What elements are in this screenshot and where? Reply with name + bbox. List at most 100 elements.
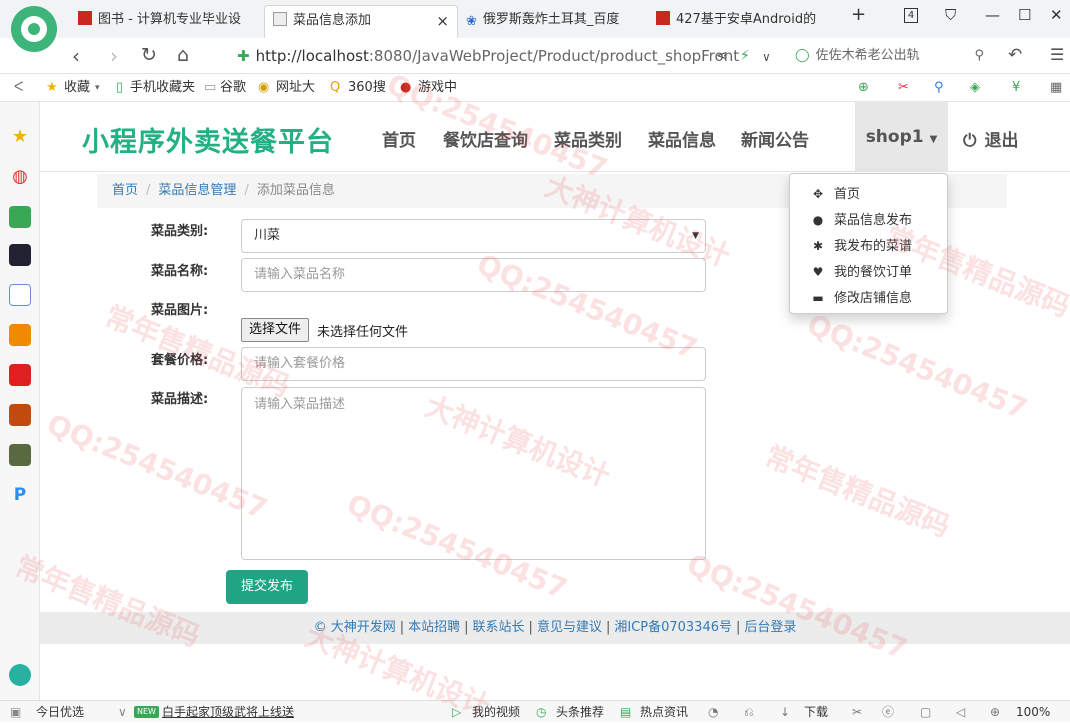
restore-icon[interactable]: ⎌ [744, 701, 754, 723]
currency-icon[interactable]: ¥ [1012, 74, 1020, 102]
browser-icon[interactable]: ⓔ [882, 701, 894, 723]
bookmark-item[interactable]: 360搜 [348, 74, 386, 102]
shirt-icon[interactable]: ⛉ [945, 6, 956, 24]
zoom-icon[interactable]: ⊕ [990, 701, 1000, 723]
footer-jobs[interactable]: 本站招聘 [408, 620, 460, 635]
search-box[interactable]: ◯ 佐佐木希老公出轨 ⚲ [795, 42, 990, 70]
headline-icon: ◷ [536, 705, 547, 719]
price-input[interactable]: 请输入套餐价格 [241, 347, 706, 381]
bookmark-item[interactable]: 谷歌 [220, 74, 246, 102]
close-window-icon[interactable]: ✕ [1050, 6, 1063, 24]
weibo-icon[interactable]: ◍ [9, 166, 31, 188]
scissors-icon[interactable]: ✂ [898, 74, 909, 102]
home-icon[interactable]: ⌂ [177, 44, 189, 66]
site-brand[interactable]: 小程序外卖送餐平台 [82, 120, 334, 159]
window-icon[interactable]: ▢ [920, 701, 931, 723]
nav-dish-info[interactable]: 菜品信息 [648, 126, 716, 151]
undo-icon[interactable]: ↶ [1008, 45, 1022, 65]
game-app-icon[interactable] [9, 444, 31, 466]
status-download[interactable]: 下载 [804, 701, 828, 723]
footer-icp[interactable]: 湘ICP备0703346号 [614, 620, 732, 635]
download-icon[interactable]: ↓ [780, 701, 790, 723]
gamepad-icon[interactable]: ◈ [970, 74, 980, 102]
dropdown-item-shop-info[interactable]: ▬ 修改店铺信息 [810, 287, 912, 306]
choose-file-button[interactable]: 选择文件 [241, 318, 310, 342]
submit-button[interactable]: 提交发布 [226, 570, 308, 604]
magnifier-icon[interactable]: ⚲ [934, 74, 944, 102]
zoom-level[interactable]: 100% [1016, 701, 1050, 723]
speed-icon[interactable]: ◔ [708, 701, 718, 723]
share-icon[interactable]: ⋖ [716, 48, 728, 64]
forward-icon[interactable]: › [110, 44, 118, 68]
dropdown-item-orders[interactable]: ♥ 我的餐饮订单 [810, 261, 912, 280]
footer-admin-login[interactable]: 后台登录 [744, 620, 796, 635]
screenshot-icon[interactable]: ✂ [852, 701, 862, 723]
status-video[interactable]: 我的视频 [472, 701, 520, 723]
bookmark-item[interactable]: 手机收藏夹 [130, 74, 195, 102]
browser-tab[interactable]: ❀ 俄罗斯轰炸土耳其_百度 [466, 5, 644, 38]
p-app-icon[interactable]: P [9, 484, 31, 506]
add-app-icon[interactable] [9, 664, 31, 686]
paw-icon: ❀ [466, 14, 477, 29]
search-icon[interactable]: ⚲ [974, 42, 984, 70]
cog-icon: ✱ [812, 239, 824, 253]
breadcrumb-home[interactable]: 首页 [112, 183, 138, 198]
new-tab-button[interactable]: + [851, 4, 866, 25]
site-footer: © 大神开发网 | 本站招聘 | 联系站长 | 意见与建议 | 湘ICP备0703346号 | 后台… [40, 612, 1070, 644]
category-select[interactable]: 川菜 ▼ [241, 219, 706, 253]
game-app-icon[interactable] [9, 404, 31, 426]
reload-icon[interactable]: ↻ [141, 44, 157, 66]
nav-dish-category[interactable]: 菜品类别 [554, 126, 622, 151]
chevron-down-icon[interactable]: ▾ [95, 74, 100, 102]
minimize-icon[interactable]: — [985, 6, 1000, 24]
doc-icon[interactable] [9, 284, 31, 306]
url-bar[interactable]: ✚ http://localhost:8080/JavaWebProject/Pr… [237, 42, 787, 70]
chevron-down-icon[interactable]: ∨ [762, 50, 771, 64]
close-tab-icon[interactable]: × [436, 6, 449, 36]
favorites-icon[interactable]: ★ [9, 126, 31, 148]
user-menu-toggle[interactable]: shop1 ▼ [855, 102, 948, 172]
collapse-icon[interactable]: ᐸ [14, 74, 23, 102]
logout-button[interactable]: ⏻ 退出 [963, 126, 1018, 151]
sound-icon[interactable]: ◁ [956, 701, 965, 723]
back-icon[interactable]: ‹ [72, 44, 80, 68]
browser-tab[interactable]: 427基于安卓Android的 [656, 5, 816, 38]
bolt-icon[interactable]: ⚡ [740, 48, 750, 64]
status-news[interactable]: 白手起家顶级武将上线送 [162, 701, 294, 723]
status-headlines[interactable]: 头条推荐 [556, 701, 604, 723]
bookmark-item[interactable]: 游戏中 [418, 74, 457, 102]
nav-news[interactable]: 新闻公告 [741, 126, 809, 151]
status-today[interactable]: 今日优选 [36, 701, 84, 723]
footer-contact[interactable]: 联系站长 [473, 620, 525, 635]
bookmark-item[interactable]: 网址大 [276, 74, 315, 102]
dropdown-item-home[interactable]: ✥ 首页 [810, 183, 860, 202]
menu-icon[interactable]: ☰ [1050, 45, 1064, 64]
footer-feedback[interactable]: 意见与建议 [537, 620, 602, 635]
nav-home[interactable]: 首页 [382, 126, 416, 151]
extension-icon[interactable]: ⊕ [858, 74, 869, 102]
status-hot[interactable]: 热点资讯 [640, 701, 688, 723]
dropdown-item-publish[interactable]: ● 菜品信息发布 [810, 209, 912, 228]
browser-tab-active[interactable]: 菜品信息添加 × [264, 5, 458, 38]
url-host: http://localhost [255, 47, 369, 65]
novel-icon[interactable] [9, 324, 31, 346]
breadcrumb-dish-management[interactable]: 菜品信息管理 [158, 183, 236, 198]
news-app-icon[interactable] [9, 244, 31, 266]
bookmark-item[interactable]: 收藏 [64, 74, 90, 102]
apps-icon[interactable]: ▦ [1050, 74, 1062, 102]
browser-status-bar: ▣ 今日优选 ∨ NEW 白手起家顶级武将上线送 ▷ 我的视频 ◷ 头条推荐 ▤… [0, 700, 1070, 722]
maximize-icon[interactable]: ☐ [1018, 6, 1031, 24]
tab-favicon-icon [78, 11, 92, 25]
footer-copyright[interactable]: © 大神开发网 [314, 620, 396, 635]
hongbao-icon[interactable] [9, 364, 31, 386]
chevron-down-icon[interactable]: ∨ [118, 701, 127, 723]
address-toolbar: ‹ › ↻ ⌂ ✚ http://localhost:8080/JavaWebPr… [0, 38, 1070, 74]
dish-name-input[interactable]: 请输入菜品名称 [241, 258, 706, 292]
mail-icon[interactable] [9, 206, 31, 228]
description-textarea[interactable]: 请输入菜品描述 [241, 387, 706, 560]
page-icon: ▭ [204, 80, 217, 95]
tab-count-badge[interactable]: 4 [904, 8, 918, 23]
dropdown-item-my-dishes[interactable]: ✱ 我发布的菜谱 [810, 235, 912, 254]
nav-restaurant-search[interactable]: 餐饮店查询 [443, 126, 528, 151]
browser-tab[interactable]: 图书 - 计算机专业毕业设 [78, 5, 256, 38]
